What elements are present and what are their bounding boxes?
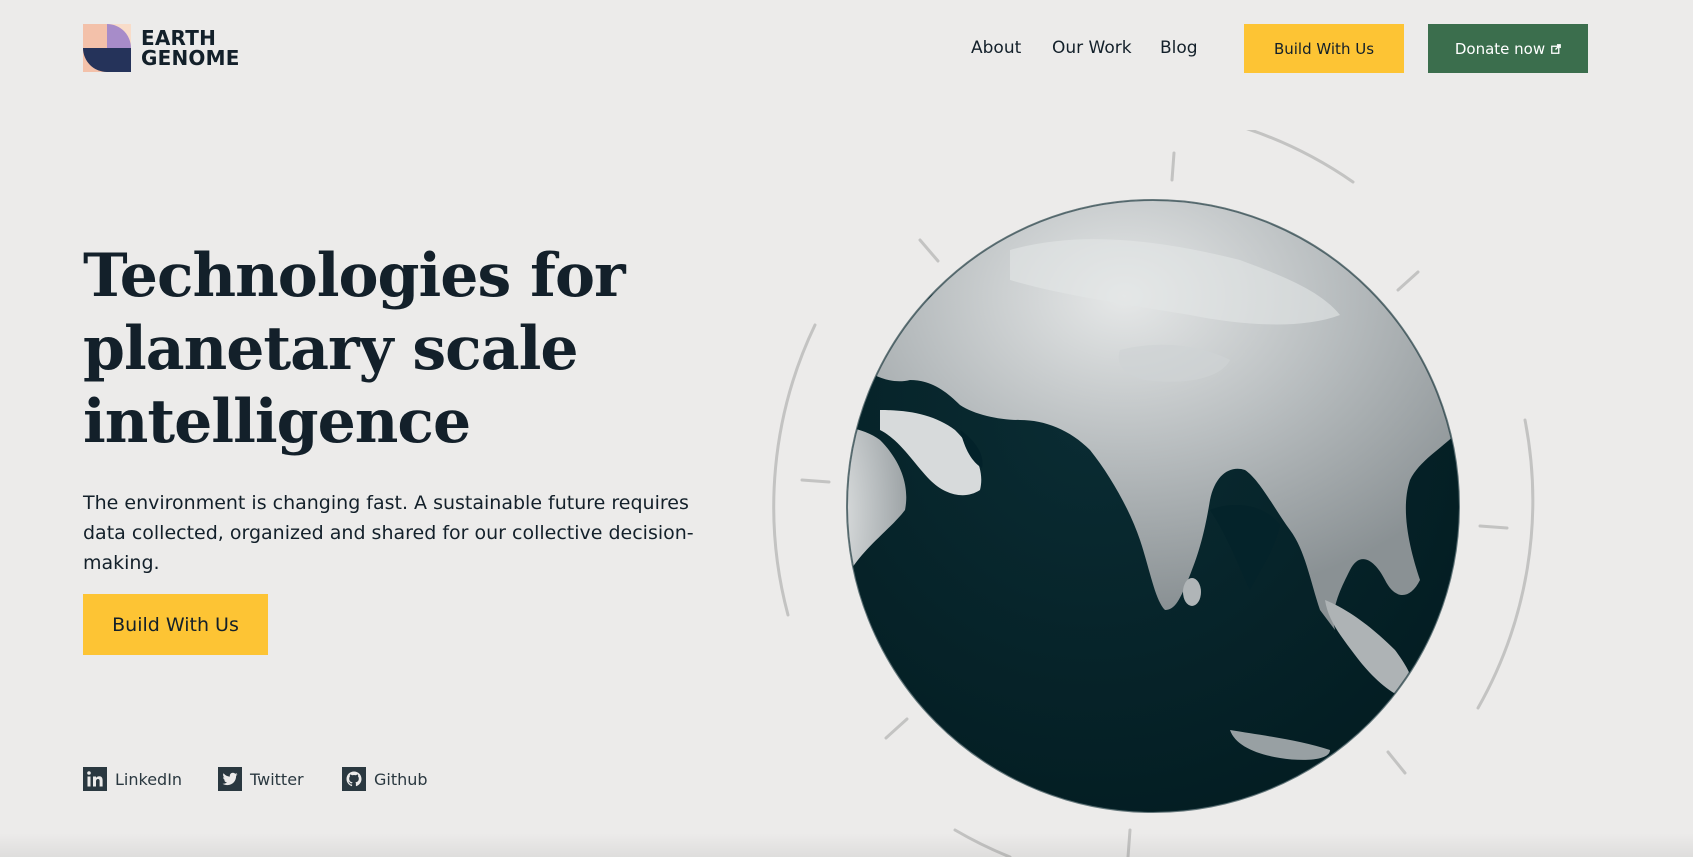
hero-build-with-us-button[interactable]: Build With Us <box>83 594 268 655</box>
logo-line-1: EARTH <box>141 26 217 50</box>
nav-blog[interactable]: Blog <box>1160 38 1198 58</box>
hero-description: The environment is changing fast. A sust… <box>83 492 694 574</box>
social-linkedin-label: LinkedIn <box>115 769 183 789</box>
earth-genome-logo-icon <box>83 24 131 72</box>
hero-title-line-1: Technologies for <box>83 241 626 311</box>
linkedin-icon <box>83 767 107 791</box>
header-build-with-us-button[interactable]: Build With Us <box>1244 24 1404 73</box>
logo-link[interactable]: EARTH GENOME <box>83 24 240 72</box>
social-twitter-label: Twitter <box>250 769 304 789</box>
site-header: EARTH GENOME About Our Work Blog Build W… <box>0 0 1693 100</box>
nav-our-work[interactable]: Our Work <box>1052 38 1132 58</box>
social-github-link[interactable]: Github <box>342 767 428 791</box>
social-github-label: Github <box>374 769 428 789</box>
hero-title: Technologies for planetary scale intelli… <box>83 240 723 459</box>
page-bottom-shadow <box>0 833 1693 857</box>
donate-now-button[interactable]: Donate now <box>1428 24 1588 73</box>
hero-build-with-us-label: Build With Us <box>112 613 239 636</box>
nav-about[interactable]: About <box>971 38 1021 58</box>
earth-globe-illustration <box>772 130 1535 857</box>
header-build-with-us-label: Build With Us <box>1273 39 1375 58</box>
github-icon <box>342 767 366 791</box>
logo-line-2: GENOME <box>141 46 240 70</box>
donate-now-label: Donate now <box>1454 39 1546 58</box>
social-twitter-link[interactable]: Twitter <box>218 767 304 791</box>
logo-wordmark: EARTH GENOME <box>141 28 240 68</box>
external-link-icon <box>1551 43 1561 54</box>
hero-title-line-2: planetary scale <box>83 314 579 384</box>
hero-title-line-3: intelligence <box>83 387 471 457</box>
social-linkedin-link[interactable]: LinkedIn <box>83 767 182 791</box>
twitter-icon <box>218 767 242 791</box>
